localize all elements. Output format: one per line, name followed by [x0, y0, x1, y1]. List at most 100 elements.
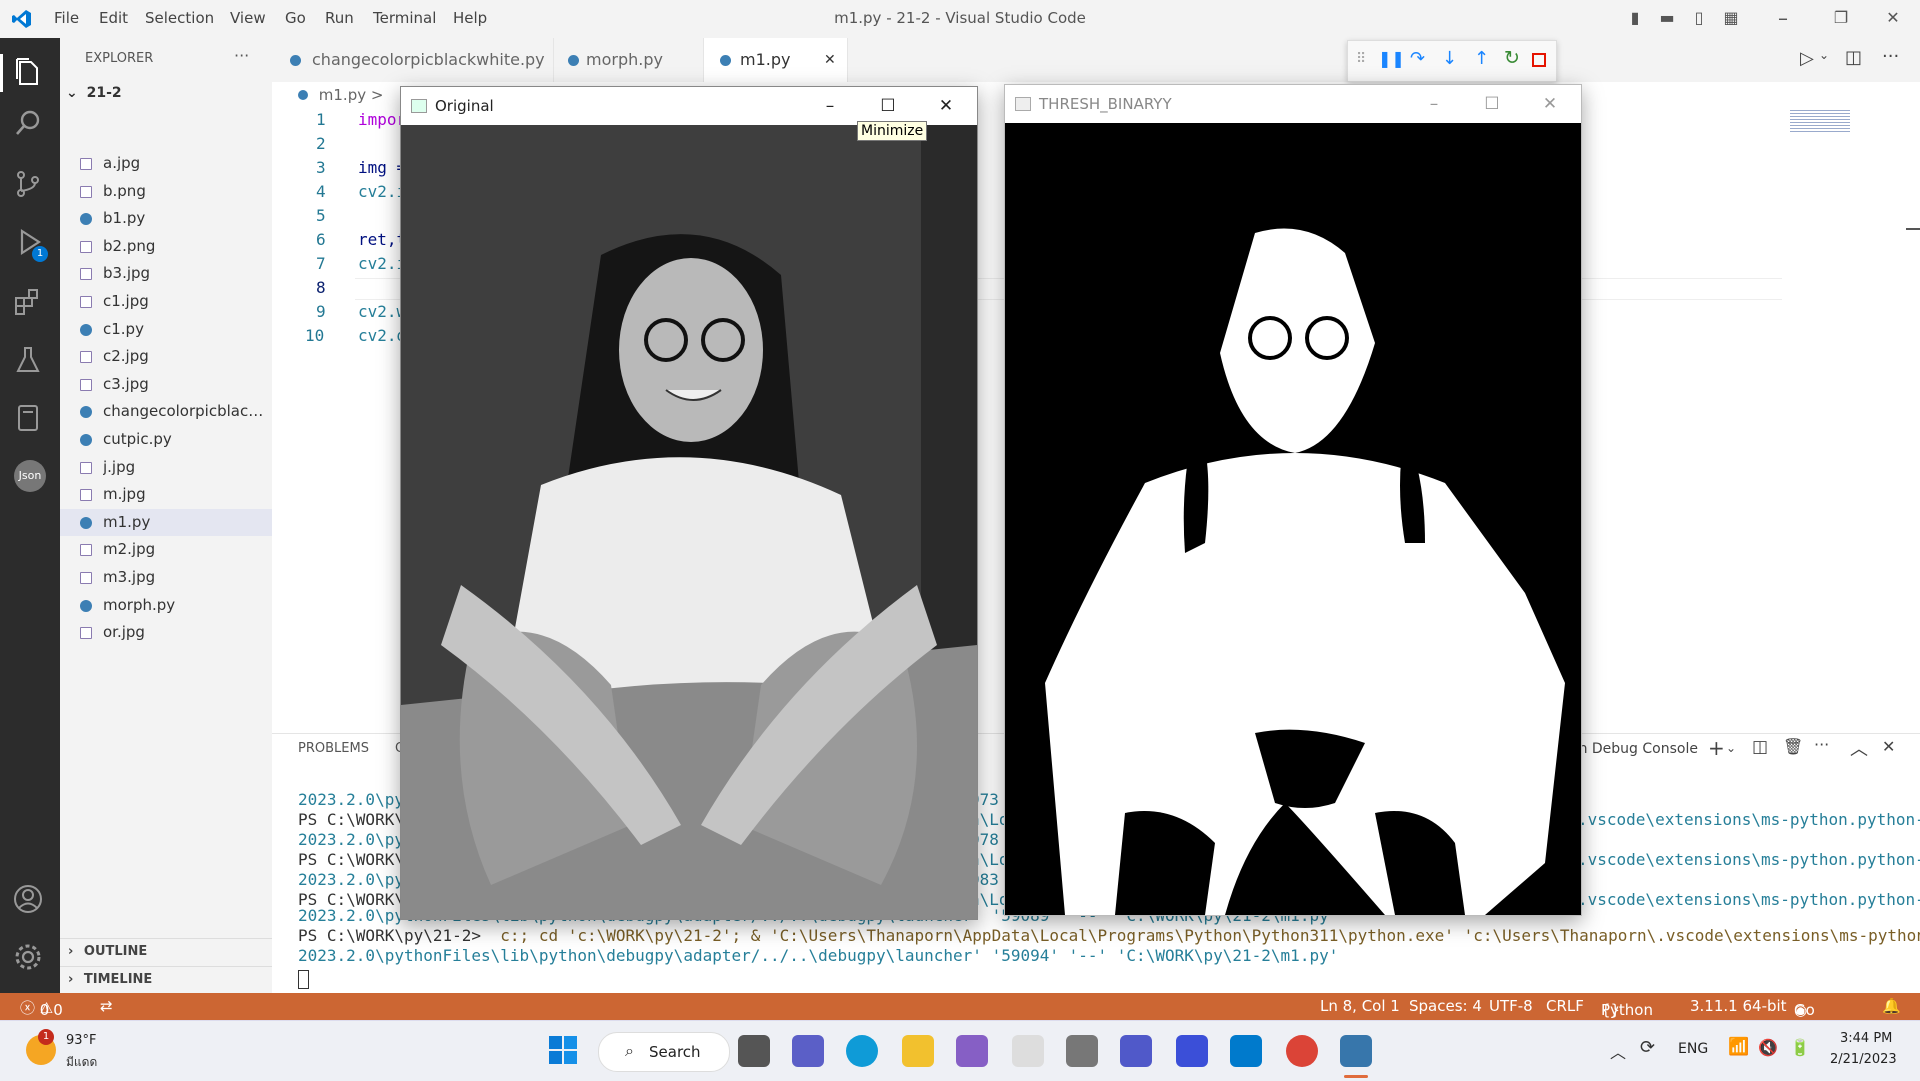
minimap[interactable]	[1790, 108, 1850, 132]
step-over-icon[interactable]: ↷	[1410, 48, 1425, 69]
problems-status[interactable]: ⓧ 0 ⚠ 0	[20, 997, 63, 1019]
explorer-file-item[interactable]: c3.jpg	[60, 371, 272, 398]
testing-flask-icon[interactable]	[12, 344, 48, 380]
file-explorer-icon[interactable]	[902, 1035, 934, 1067]
maximize-panel-chevron-up-icon[interactable]: ︿	[1850, 735, 1868, 761]
accounts-icon[interactable]	[12, 883, 48, 919]
sync-icon[interactable]: ⟳	[1640, 1037, 1655, 1058]
source-control-icon[interactable]	[12, 168, 48, 204]
breadcrumb[interactable]: m1.py >	[298, 86, 383, 104]
explorer-file-item[interactable]: m3.jpg	[60, 564, 272, 591]
explorer-file-item[interactable]: b1.py	[60, 205, 272, 232]
close-button[interactable]: ✕	[1521, 85, 1579, 123]
debug-status-icon[interactable]: ⇄	[100, 997, 113, 1015]
timeline-section[interactable]: › TIMELINE	[68, 972, 152, 987]
extensions-icon[interactable]	[12, 286, 48, 322]
explorer-file-item[interactable]: morph.py	[60, 592, 272, 619]
windows-start-icon[interactable]	[548, 1035, 578, 1065]
chevron-down-icon[interactable]: ⌄	[1726, 741, 1736, 755]
maximize-button[interactable]: ☐	[859, 87, 917, 125]
settings-gear-icon[interactable]	[12, 941, 48, 977]
search-icon[interactable]	[12, 108, 48, 144]
minimize-button[interactable]: –	[801, 87, 859, 125]
pause-icon[interactable]: ❚❚	[1378, 49, 1405, 68]
run-file-icon[interactable]: ▷	[1800, 48, 1814, 69]
wifi-icon[interactable]: 📶	[1728, 1037, 1749, 1057]
explorer-file-item[interactable]: cutpic.py	[60, 426, 272, 453]
toggle-secondary-sidebar-icon[interactable]: ▯	[1688, 8, 1710, 28]
encoding[interactable]: UTF-8	[1489, 997, 1533, 1015]
end-of-line[interactable]: CRLF	[1546, 997, 1584, 1015]
close-button[interactable]: ✕	[917, 87, 975, 125]
autodesk-icon[interactable]	[1176, 1035, 1208, 1067]
run-dropdown-chevron-icon[interactable]: ⌄	[1819, 48, 1829, 62]
explorer-file-item[interactable]: m.jpg	[60, 481, 272, 508]
tab-morph[interactable]: morph.py	[554, 38, 704, 82]
close-panel-icon[interactable]: ✕	[1882, 737, 1895, 756]
chrome-icon[interactable]	[1286, 1035, 1318, 1067]
input-language[interactable]: ENG	[1678, 1041, 1708, 1057]
show-hidden-icons-chevron-icon[interactable]: ︿	[1610, 1039, 1626, 1063]
step-into-icon[interactable]: ↓	[1442, 48, 1457, 69]
trash-icon[interactable]: 🗑	[1783, 737, 1803, 756]
restore-button[interactable]: ❐	[1830, 8, 1852, 28]
explorer-icon[interactable]	[12, 56, 48, 92]
tab-changecolorpicblackwhite[interactable]: changecolorpicblackwhite.py	[272, 38, 554, 82]
more-actions-icon[interactable]: ···	[1882, 46, 1899, 67]
maximize-button[interactable]: ☐	[1463, 85, 1521, 123]
run-debug-icon[interactable]: 1	[12, 226, 48, 262]
remote-explorer-icon[interactable]	[12, 402, 48, 438]
new-terminal-plus-icon[interactable]: +	[1708, 736, 1725, 760]
notifications-icon[interactable]: 🔔	[1882, 997, 1901, 1015]
explorer-file-item[interactable]: m1.py	[60, 508, 272, 536]
customize-layout-icon[interactable]: ▦	[1720, 8, 1742, 28]
visual-studio-icon[interactable]	[956, 1035, 988, 1067]
split-editor-icon[interactable]: ◫	[1845, 47, 1862, 68]
restart-icon[interactable]: ↻	[1504, 47, 1520, 69]
drag-handle-icon[interactable]: ⠿	[1356, 51, 1366, 67]
explorer-file-item[interactable]: m2.jpg	[60, 536, 272, 563]
app-icon[interactable]	[1066, 1035, 1098, 1067]
explorer-file-item[interactable]: a.jpg	[60, 150, 272, 177]
teams-meet-icon[interactable]	[792, 1035, 824, 1067]
explorer-file-item[interactable]: b2.png	[60, 233, 272, 260]
terminal-select[interactable]: on Debug Console	[1570, 741, 1698, 757]
minimize-button[interactable]: –	[1772, 8, 1794, 28]
outline-section[interactable]: › OUTLINE	[68, 944, 147, 959]
battery-icon[interactable]: 🔋	[1790, 1038, 1810, 1057]
folder-root[interactable]: ⌄ 21-2	[66, 85, 122, 101]
explorer-more-button[interactable]: ···	[234, 46, 249, 65]
thresh-window-titlebar[interactable]: THRESH_BINARYY – ☐ ✕	[1005, 85, 1581, 123]
explorer-file-item[interactable]: b.png	[60, 178, 272, 205]
task-view-icon[interactable]	[738, 1035, 770, 1067]
vscode-taskbar-icon[interactable]	[1230, 1035, 1262, 1067]
microsoft-store-icon[interactable]	[1012, 1035, 1044, 1067]
explorer-file-item[interactable]: c2.jpg	[60, 343, 272, 370]
stop-icon[interactable]	[1532, 53, 1546, 67]
teams-icon[interactable]	[1120, 1035, 1152, 1067]
panel-more-icon[interactable]: ···	[1814, 735, 1829, 754]
volume-mute-icon[interactable]: 🔇	[1758, 1038, 1778, 1057]
split-terminal-icon[interactable]: ◫	[1752, 737, 1768, 757]
original-window-titlebar[interactable]: Original – ☐ ✕	[401, 87, 977, 125]
indentation[interactable]: Spaces: 4	[1409, 997, 1482, 1015]
explorer-file-item[interactable]: changecolorpicblack...	[60, 398, 272, 425]
weather-temp[interactable]: 93°F	[66, 1033, 97, 1048]
explorer-file-item[interactable]: b3.jpg	[60, 260, 272, 287]
clock-date[interactable]: 2/21/2023	[1830, 1052, 1897, 1067]
json-extension-icon[interactable]: Json	[14, 460, 46, 492]
explorer-file-item[interactable]: j.jpg	[60, 454, 272, 481]
edge-icon[interactable]	[846, 1035, 878, 1067]
cursor-position[interactable]: Ln 8, Col 1	[1320, 997, 1400, 1015]
step-out-icon[interactable]: ↑	[1474, 48, 1489, 69]
minimize-button[interactable]: –	[1405, 85, 1463, 123]
explorer-file-item[interactable]: or.jpg	[60, 619, 272, 646]
explorer-file-item[interactable]: c1.jpg	[60, 288, 272, 315]
clock-time[interactable]: 3:44 PM	[1840, 1031, 1892, 1046]
taskbar-search[interactable]: ⌕ Search	[598, 1032, 730, 1072]
python-interpreter[interactable]: 3.11.1 64-bit	[1690, 997, 1787, 1015]
toggle-panel-icon[interactable]: ▬	[1656, 8, 1678, 28]
tab-close-icon[interactable]: ✕	[824, 38, 836, 82]
tab-problems[interactable]: PROBLEMS	[298, 741, 369, 756]
explorer-file-item[interactable]: c1.py	[60, 316, 272, 343]
